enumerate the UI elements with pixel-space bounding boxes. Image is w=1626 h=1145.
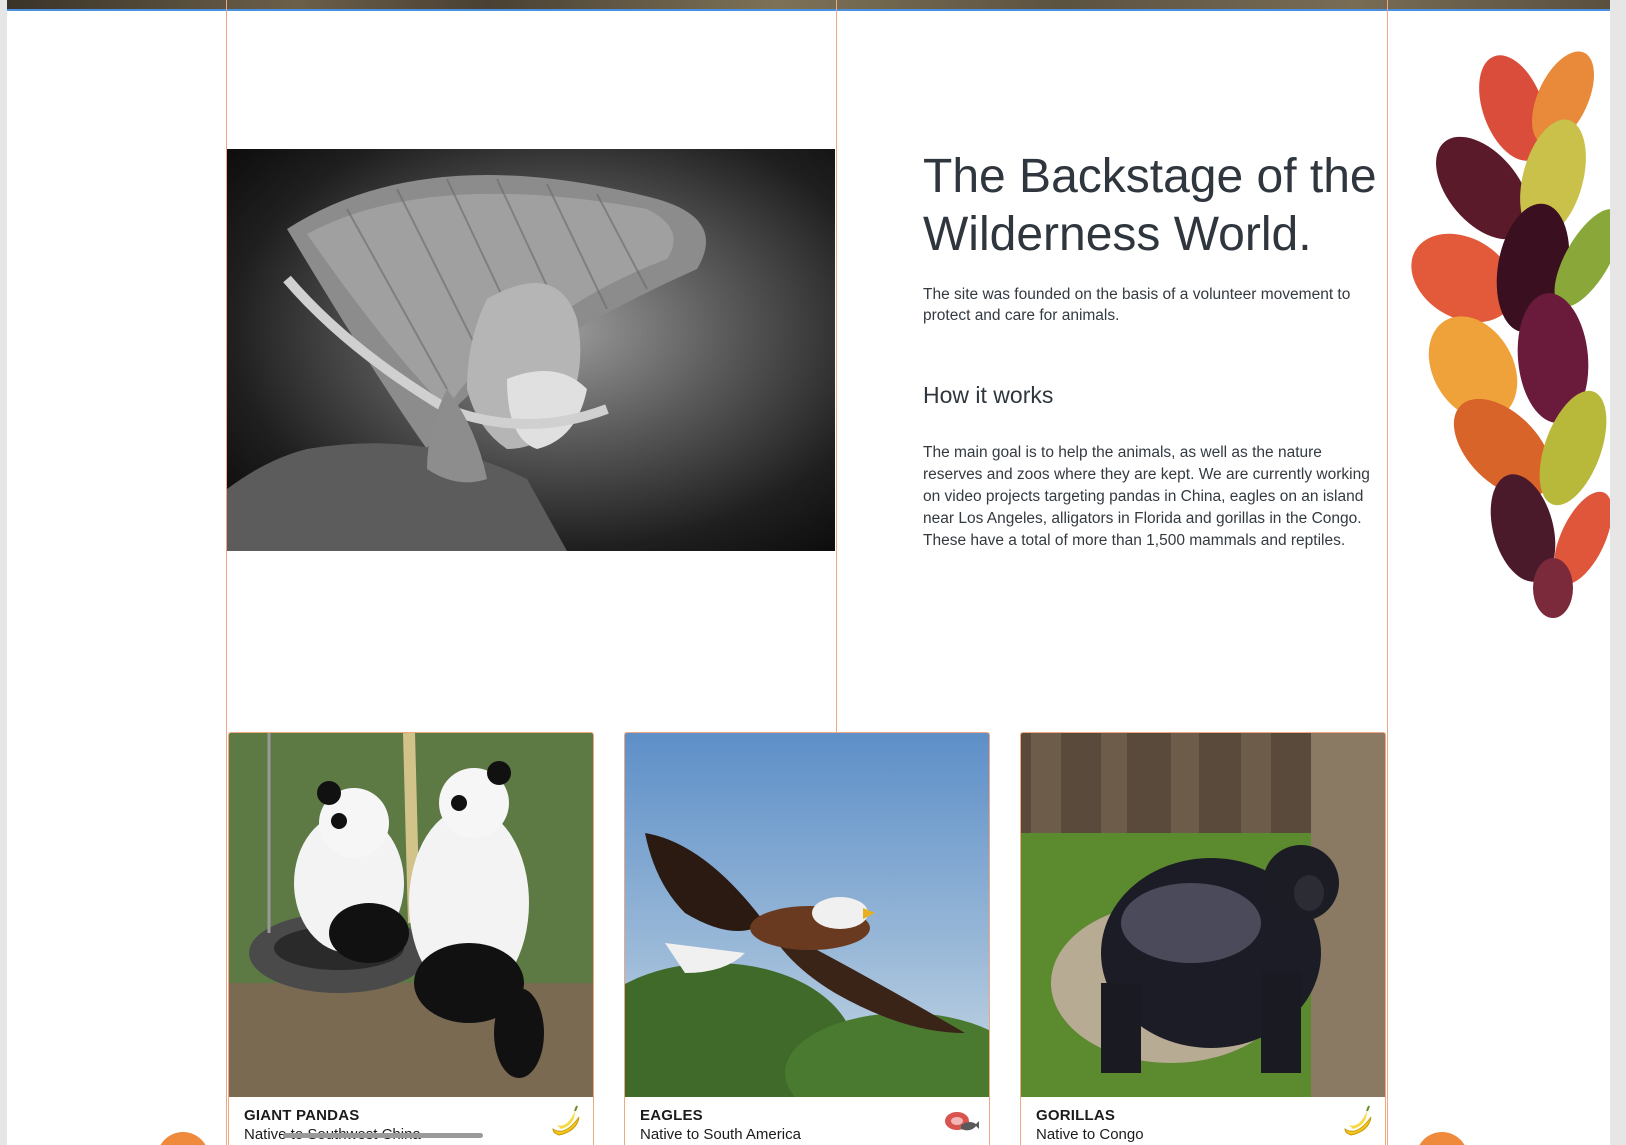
how-it-works-paragraph: The main goal is to help the animals, as… — [923, 444, 1370, 549]
carousel-next-button[interactable] — [1416, 1132, 1468, 1145]
page-title: The Backstage of the Wilderness World. — [923, 150, 1377, 261]
carousel-scrollbar[interactable] — [283, 1133, 483, 1138]
how-it-works-heading: How it works — [923, 382, 1054, 408]
animal-card-gorillas[interactable]: GORILLAS Native to Congo — [1020, 732, 1386, 1145]
banana-icon — [1339, 1103, 1375, 1139]
gorilla-photo — [1021, 733, 1385, 1097]
animal-card-eagles[interactable]: EAGLES Native to South America — [624, 732, 990, 1145]
card-title: GIANT PANDAS — [244, 1107, 360, 1124]
card-title: GORILLAS — [1036, 1107, 1116, 1124]
layout-guide-line — [1387, 0, 1388, 1145]
card-subtitle: Native to Congo — [1036, 1126, 1144, 1143]
carousel-prev-button[interactable] — [157, 1132, 209, 1145]
banana-icon — [547, 1103, 583, 1139]
lead-paragraph: The site was founded on the basis of a v… — [923, 286, 1351, 324]
panda-photo — [229, 733, 593, 1097]
animal-card-pandas[interactable]: GIANT PANDAS Native to Southwest China — [228, 732, 594, 1145]
decorative-leaves-image — [1403, 28, 1610, 618]
portrait-image — [227, 149, 835, 551]
card-subtitle: Native to South America — [640, 1126, 801, 1143]
card-title: EAGLES — [640, 1107, 703, 1124]
meat-fish-icon — [943, 1103, 979, 1139]
page: The Backstage of the Wilderness World. T… — [7, 0, 1610, 1145]
eagle-photo — [625, 733, 989, 1097]
top-hero-strip — [7, 0, 1610, 11]
